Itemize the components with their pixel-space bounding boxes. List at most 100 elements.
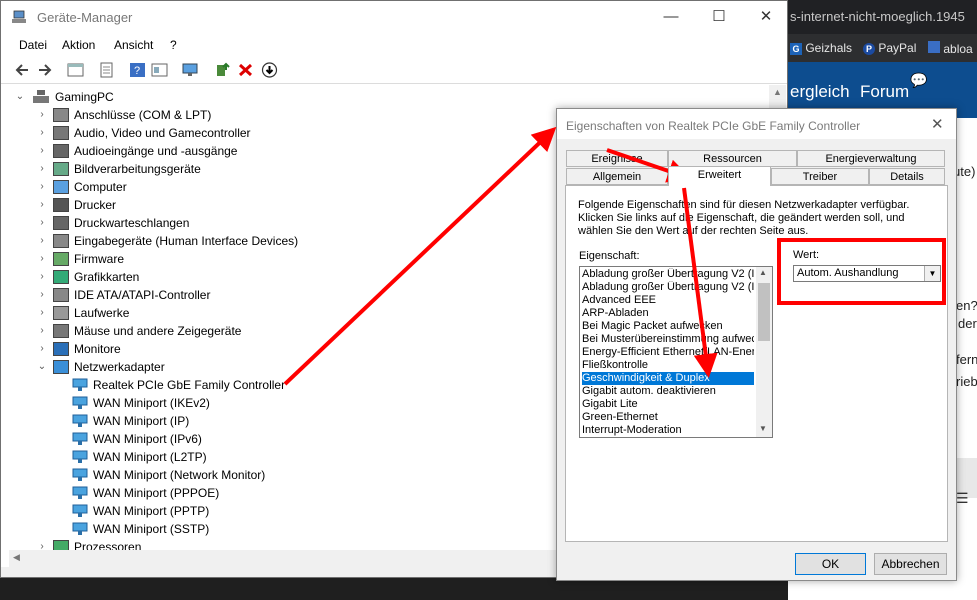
properties-view-icon[interactable] bbox=[67, 62, 84, 78]
chevron-right-icon[interactable]: › bbox=[37, 106, 47, 124]
property-list-item[interactable]: Green-Ethernet bbox=[582, 411, 754, 424]
network-adapter-icon bbox=[72, 468, 88, 482]
scroll-up-icon[interactable]: ▲ bbox=[773, 87, 782, 97]
computer-icon bbox=[33, 90, 49, 103]
processor-icon bbox=[53, 540, 69, 550]
property-list-item[interactable]: ARP-Abladen bbox=[582, 307, 754, 320]
tab-treiber[interactable]: Treiber bbox=[771, 168, 869, 185]
minimize-button[interactable]: — bbox=[648, 1, 694, 33]
scroll-left-icon[interactable]: ◀ bbox=[13, 552, 20, 563]
scan-hardware-icon[interactable] bbox=[182, 62, 199, 78]
title-bar: Geräte-Manager — ☐ ✕ bbox=[1, 1, 787, 33]
property-list-item[interactable]: Bei Magic Packet aufwecken bbox=[582, 320, 754, 333]
chevron-right-icon[interactable]: › bbox=[37, 250, 47, 268]
close-button[interactable]: ✕ bbox=[743, 1, 789, 33]
nav-vergleich[interactable]: ergleich bbox=[790, 82, 850, 102]
device-category-icon bbox=[53, 216, 69, 230]
device-category-icon bbox=[53, 126, 69, 140]
tree-device-label: WAN Miniport (IP) bbox=[93, 414, 190, 428]
property-list-scrollbar[interactable]: ▲ ▼ bbox=[756, 267, 772, 437]
bookmark-geizhals[interactable]: G Geizhals bbox=[790, 41, 852, 55]
update-driver-icon[interactable] bbox=[214, 62, 231, 78]
bookmark-label: PayPal bbox=[878, 41, 917, 55]
page-text: ferne bbox=[956, 352, 977, 367]
uninstall-icon[interactable] bbox=[237, 62, 254, 78]
back-icon[interactable] bbox=[14, 62, 31, 78]
nav-forum[interactable]: Forum bbox=[860, 82, 909, 102]
tree-category-label: Eingabegeräte (Human Interface Devices) bbox=[74, 234, 299, 248]
tree-category-label: Anschlüsse (COM & LPT) bbox=[74, 108, 212, 122]
network-adapter-icon bbox=[72, 504, 88, 518]
dialog-close-button[interactable]: ✕ bbox=[931, 115, 944, 133]
view-icon[interactable] bbox=[151, 62, 168, 78]
document-icon[interactable] bbox=[98, 62, 115, 78]
chevron-right-icon[interactable]: › bbox=[37, 214, 47, 232]
tree-category-label: IDE ATA/ATAPI-Controller bbox=[74, 288, 211, 302]
scroll-down-icon[interactable]: ▼ bbox=[759, 424, 767, 433]
menu-ansicht[interactable]: Ansicht bbox=[114, 38, 153, 52]
maximize-button[interactable]: ☐ bbox=[696, 1, 742, 33]
property-list-item[interactable]: Interrupt-Moderation bbox=[582, 424, 754, 437]
chevron-down-icon[interactable]: ⌄ bbox=[37, 358, 47, 376]
chevron-right-icon[interactable]: › bbox=[37, 538, 47, 550]
ok-button[interactable]: OK bbox=[795, 553, 866, 575]
chevron-right-icon[interactable]: › bbox=[37, 196, 47, 214]
scroll-thumb[interactable] bbox=[758, 283, 770, 341]
chevron-right-icon[interactable]: › bbox=[37, 178, 47, 196]
annotation-highlight-box bbox=[777, 238, 946, 305]
tree-category-label: Computer bbox=[74, 180, 127, 194]
property-list-item[interactable]: Gigabit autom. deaktivieren bbox=[582, 385, 754, 398]
tree-device-label: WAN Miniport (PPPOE) bbox=[93, 486, 220, 500]
property-list-item[interactable]: Abladung großer Übertragung V2 (IP bbox=[582, 268, 754, 281]
chat-icon[interactable]: 💬 bbox=[910, 72, 927, 89]
download-icon[interactable] bbox=[261, 62, 278, 78]
chevron-down-icon[interactable]: ⌄ bbox=[15, 88, 25, 106]
property-list-item[interactable]: Advanced EEE bbox=[582, 294, 754, 307]
device-category-icon bbox=[53, 234, 69, 248]
property-list[interactable]: ▲ ▼ Abladung großer Übertragung V2 (IP Ab… bbox=[579, 266, 773, 438]
dialog-title: Eigenschaften von Realtek PCIe GbE Famil… bbox=[566, 119, 861, 133]
network-adapter-icon bbox=[72, 378, 88, 392]
chevron-right-icon[interactable]: › bbox=[37, 268, 47, 286]
tree-category-label: Prozessoren bbox=[74, 540, 142, 550]
tab-energieverwaltung[interactable]: Energieverwaltung bbox=[797, 150, 945, 167]
ablo-icon bbox=[928, 41, 940, 53]
menu-datei[interactable]: Datei bbox=[19, 38, 47, 52]
chevron-right-icon[interactable]: › bbox=[37, 160, 47, 178]
tree-device-label: WAN Miniport (Network Monitor) bbox=[93, 468, 266, 482]
property-list-item[interactable]: Fließkontrolle bbox=[582, 359, 754, 372]
chevron-right-icon[interactable]: › bbox=[37, 124, 47, 142]
scroll-up-icon[interactable]: ▲ bbox=[759, 268, 767, 277]
tab-ereignisse[interactable]: Ereignisse bbox=[566, 150, 668, 167]
forward-icon[interactable] bbox=[36, 62, 53, 78]
chevron-right-icon[interactable]: › bbox=[37, 340, 47, 358]
chevron-right-icon[interactable]: › bbox=[37, 286, 47, 304]
bookmark-label: abloa bbox=[943, 42, 973, 56]
bookmark-ablo[interactable]: abloa bbox=[928, 41, 973, 56]
tab-erweitert[interactable]: Erweitert bbox=[668, 166, 771, 186]
browser-url[interactable]: s-internet-nicht-moeglich.1945 bbox=[790, 9, 965, 24]
chevron-right-icon[interactable]: › bbox=[37, 304, 47, 322]
tab-ressourcen[interactable]: Ressourcen bbox=[668, 150, 797, 167]
cancel-button[interactable]: Abbrechen bbox=[874, 553, 947, 575]
property-list-item[interactable]: Bei Musterübereinstimmung aufweck bbox=[582, 333, 754, 346]
menu-help[interactable]: ? bbox=[170, 38, 177, 52]
list-icon[interactable]: ☰ bbox=[956, 490, 969, 507]
tab-allgemein[interactable]: Allgemein bbox=[566, 168, 668, 185]
property-list-item[interactable]: Gigabit Lite bbox=[582, 398, 754, 411]
chevron-right-icon[interactable]: › bbox=[37, 142, 47, 160]
bookmark-paypal[interactable]: P PayPal bbox=[863, 41, 916, 55]
chevron-right-icon[interactable]: › bbox=[37, 322, 47, 340]
window-title: Geräte-Manager bbox=[37, 10, 133, 25]
menu-aktion[interactable]: Aktion bbox=[62, 38, 95, 52]
help-icon[interactable]: ? bbox=[129, 62, 146, 78]
chevron-right-icon[interactable]: › bbox=[37, 232, 47, 250]
property-list-item[interactable]: Geschwindigkeit & Duplex bbox=[582, 372, 754, 385]
toolbar: ? bbox=[1, 57, 787, 84]
tree-category-label: Mäuse und andere Zeigegeräte bbox=[74, 324, 242, 338]
tab-details[interactable]: Details bbox=[869, 168, 945, 185]
property-list-item[interactable]: Energy-Efficient Ethernet/LAN-Energ bbox=[582, 346, 754, 359]
property-list-item[interactable]: Abladung großer Übertragung V2 (IP bbox=[582, 281, 754, 294]
tree-device-label: WAN Miniport (SSTP) bbox=[93, 522, 210, 536]
tree-device-label: WAN Miniport (L2TP) bbox=[93, 450, 207, 464]
